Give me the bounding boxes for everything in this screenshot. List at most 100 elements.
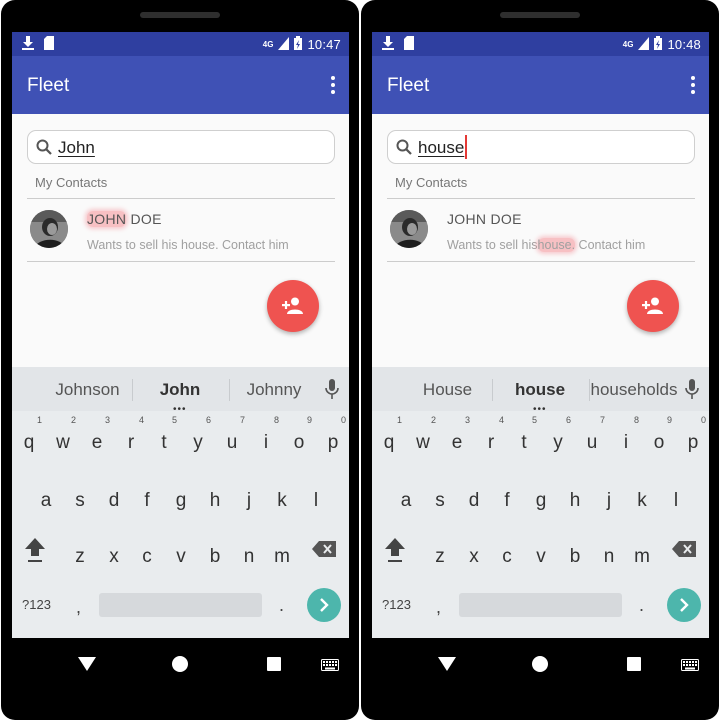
key-r[interactable]: 4r — [475, 415, 507, 463]
key-label: u — [586, 432, 598, 453]
key-h[interactable]: h — [199, 473, 231, 521]
search-input[interactable]: John — [27, 130, 335, 164]
key-t[interactable]: 5t — [508, 415, 540, 463]
key-c[interactable]: c — [131, 529, 163, 577]
key-o[interactable]: 9o — [643, 415, 675, 463]
overflow-menu-icon[interactable] — [329, 76, 337, 94]
key-a[interactable]: a — [30, 473, 62, 521]
key-e[interactable]: 3e — [81, 415, 113, 463]
key-y[interactable]: 6y — [542, 415, 574, 463]
key-d[interactable]: d — [98, 473, 130, 521]
enter-key[interactable] — [307, 588, 341, 622]
key-label: x — [469, 546, 479, 567]
key-z[interactable]: z — [64, 529, 96, 577]
key-n[interactable]: n — [233, 529, 265, 577]
section-label-my-contacts: My Contacts — [395, 175, 468, 190]
home-icon[interactable] — [172, 656, 188, 672]
key-z[interactable]: z — [424, 529, 456, 577]
key-k[interactable]: k — [266, 473, 298, 521]
home-icon[interactable] — [532, 656, 548, 672]
key-x[interactable]: x — [98, 529, 130, 577]
key-s[interactable]: s — [424, 473, 456, 521]
key-m[interactable]: m — [266, 529, 298, 577]
key-a[interactable]: a — [390, 473, 422, 521]
key-j[interactable]: j — [593, 473, 625, 521]
key-v[interactable]: v — [165, 529, 197, 577]
key-f[interactable]: f — [491, 473, 523, 521]
shift-icon[interactable] — [384, 537, 406, 568]
key-f[interactable]: f — [131, 473, 163, 521]
key-o[interactable]: 9o — [283, 415, 315, 463]
key-l[interactable]: l — [660, 473, 692, 521]
symbols-key[interactable]: ?123 — [22, 597, 51, 612]
key-u[interactable]: 7u — [576, 415, 608, 463]
search-input[interactable]: house — [387, 130, 695, 164]
more-suggestions-dots[interactable]: ••• — [173, 404, 187, 415]
overflow-menu-icon[interactable] — [689, 76, 697, 94]
key-i[interactable]: 8i — [250, 415, 282, 463]
key-y[interactable]: 6y — [182, 415, 214, 463]
key-p[interactable]: 0p — [677, 415, 709, 463]
add-contact-button[interactable] — [627, 280, 679, 332]
avatar — [30, 210, 68, 248]
device-screen: 4G 10:48 Fleet house My Contacts JOHN DO… — [372, 32, 709, 638]
key-i[interactable]: 8i — [610, 415, 642, 463]
suggestion-right[interactable]: households — [579, 380, 689, 400]
back-icon[interactable] — [78, 657, 96, 676]
key-x[interactable]: x — [458, 529, 490, 577]
space-bar[interactable] — [99, 593, 262, 617]
key-p[interactable]: 0p — [317, 415, 349, 463]
key-m[interactable]: m — [626, 529, 658, 577]
period-key[interactable]: . — [639, 595, 644, 616]
key-t[interactable]: 5t — [148, 415, 180, 463]
more-suggestions-dots[interactable]: ••• — [533, 404, 547, 415]
space-bar[interactable] — [459, 593, 622, 617]
key-s[interactable]: s — [64, 473, 96, 521]
key-q[interactable]: 1q — [13, 415, 45, 463]
key-b[interactable]: b — [559, 529, 591, 577]
key-label: v — [176, 546, 186, 567]
key-k[interactable]: k — [626, 473, 658, 521]
shift-icon[interactable] — [24, 537, 46, 568]
keyboard-icon[interactable] — [681, 658, 699, 676]
avatar — [390, 210, 428, 248]
backspace-icon[interactable] — [312, 541, 336, 562]
key-number-hint: 9 — [666, 415, 672, 425]
suggestion-right[interactable]: Johnny — [219, 380, 329, 400]
contact-list-item[interactable]: JOHN DOE Wants to sell his house. Contac… — [12, 200, 349, 262]
key-g[interactable]: g — [165, 473, 197, 521]
comma-key[interactable]: , — [76, 597, 81, 618]
key-b[interactable]: b — [199, 529, 231, 577]
mic-icon[interactable] — [685, 379, 699, 404]
enter-key[interactable] — [667, 588, 701, 622]
period-key[interactable]: . — [279, 595, 284, 616]
mic-icon[interactable] — [325, 379, 339, 404]
keyboard-icon[interactable] — [321, 658, 339, 676]
key-label: q — [383, 432, 395, 453]
recents-icon[interactable] — [267, 657, 281, 671]
key-r[interactable]: 4r — [115, 415, 147, 463]
key-w[interactable]: 2w — [47, 415, 79, 463]
back-icon[interactable] — [438, 657, 456, 676]
key-q[interactable]: 1q — [373, 415, 405, 463]
key-l[interactable]: l — [300, 473, 332, 521]
key-v[interactable]: v — [525, 529, 557, 577]
backspace-icon[interactable] — [672, 541, 696, 562]
key-g[interactable]: g — [525, 473, 557, 521]
description-text-after: Contact him — [575, 238, 646, 252]
key-h[interactable]: h — [559, 473, 591, 521]
signal-icon — [278, 36, 290, 53]
symbols-key[interactable]: ?123 — [382, 597, 411, 612]
key-j[interactable]: j — [233, 473, 265, 521]
comma-key[interactable]: , — [436, 597, 441, 618]
key-label: b — [569, 546, 581, 567]
recents-icon[interactable] — [627, 657, 641, 671]
add-contact-button[interactable] — [267, 280, 319, 332]
key-c[interactable]: c — [491, 529, 523, 577]
key-n[interactable]: n — [593, 529, 625, 577]
contact-list-item[interactable]: JOHN DOE Wants to sell hishouse. Contact… — [372, 200, 709, 262]
key-d[interactable]: d — [458, 473, 490, 521]
key-u[interactable]: 7u — [216, 415, 248, 463]
key-e[interactable]: 3e — [441, 415, 473, 463]
key-w[interactable]: 2w — [407, 415, 439, 463]
